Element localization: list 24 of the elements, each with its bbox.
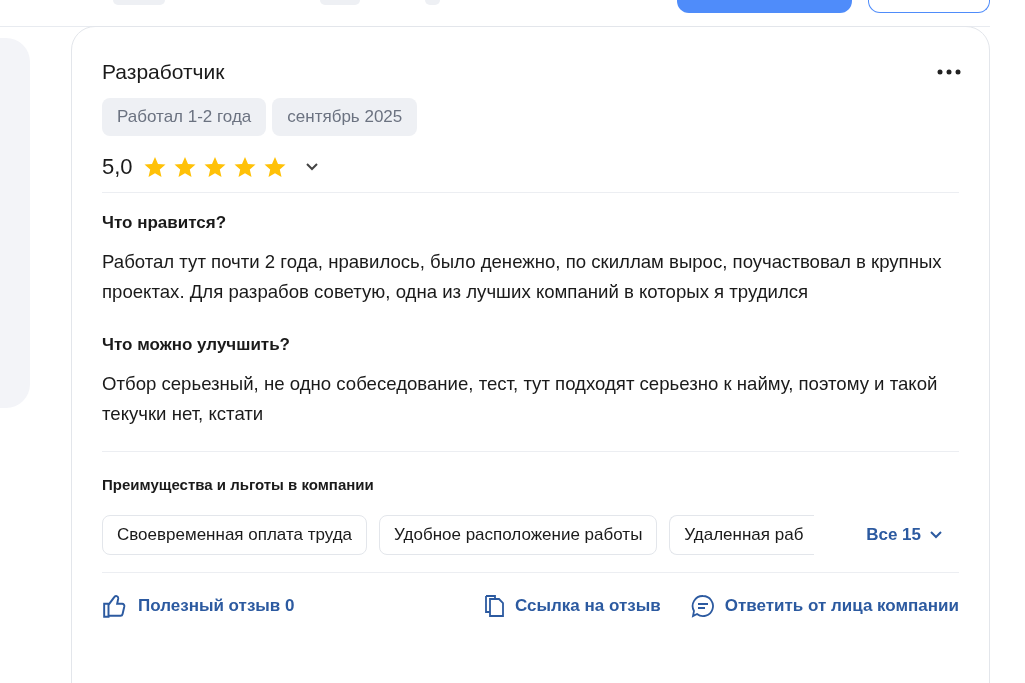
copy-icon [483,594,506,618]
copy-link-button[interactable]: Ссылка на отзыв [483,594,661,618]
benefit-tag: Удаленная раб [669,515,815,555]
primary-button[interactable] [677,0,852,13]
chat-bubble-icon [690,594,715,618]
chevron-down-icon [929,530,943,540]
chevron-down-icon[interactable] [304,162,319,172]
info-tag: сентябрь 2025 [272,98,418,136]
benefits-heading: Преимущества и льготы в компании [102,476,375,493]
info-tag: Работал 1-2 года [102,98,267,136]
thumbs-up-icon [102,593,128,619]
helpful-button[interactable]: Полезный отзыв 0 [102,593,295,619]
rating-value: 5,0 [102,154,133,180]
reply-button[interactable]: Ответить от лица компании [690,594,959,618]
review-text: Отбор серьезный, не одно собеседование, тест, тут подходят серьезно к найму, поэтому и такой текучки нет, кстати [102,372,939,426]
review-text: Работал тут почти 2 года, нравилось, было денежно, по скиллам вырос, поучаствовал в крупных проектах. Для разрабов советую, одна из лучших компаний в которых я трудился [102,250,943,304]
review-title: Разработчик [102,60,225,84]
benefit-tag: Удобное расположение работы [379,515,658,555]
outline-button[interactable] [868,0,990,13]
section-heading: Что можно улучшить? [102,335,291,355]
benefit-tag: Своевременная оплата труда [102,515,368,555]
show-all-button[interactable]: Все 15 [866,525,959,545]
more-icon[interactable] [937,69,961,75]
section-heading: Что нравится? [102,213,228,233]
